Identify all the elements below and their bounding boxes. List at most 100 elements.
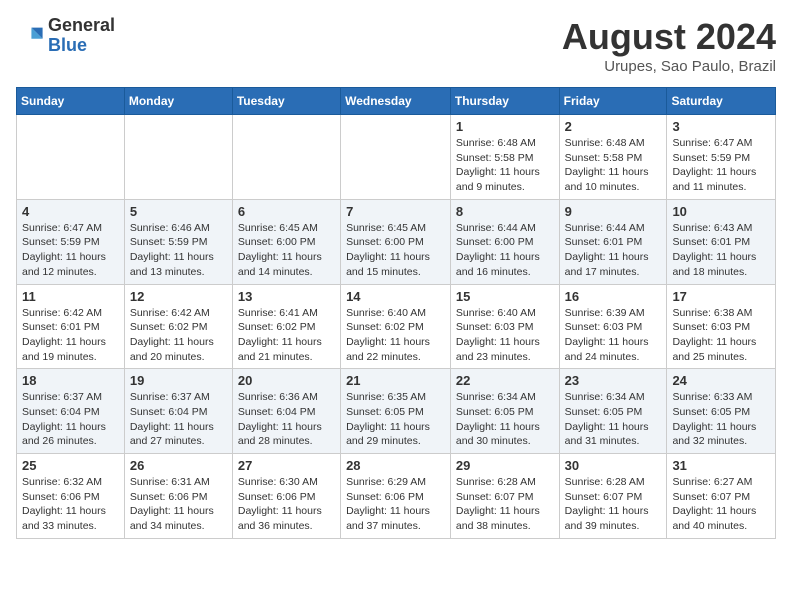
calendar-cell: 12Sunrise: 6:42 AMSunset: 6:02 PMDayligh… (124, 284, 232, 369)
day-info: Sunrise: 6:27 AMSunset: 6:07 PMDaylight:… (672, 475, 770, 534)
calendar-cell: 2 Sunrise: 6:48 AMSunset: 5:58 PMDaylight… (559, 115, 667, 200)
calendar-cell: 5 Sunrise: 6:46 AMSunset: 5:59 PMDaylight… (124, 199, 232, 284)
calendar-cell: 22 Sunrise: 6:34 AMSunset: 6:05 PMDayligh… (450, 369, 559, 454)
day-info: Sunrise: 6:31 AMSunset: 6:06 PMDaylight:… (130, 475, 227, 534)
day-info: Sunrise: 6:41 AMSunset: 6:02 PMDaylight:… (238, 306, 335, 365)
calendar-week-2: 4 Sunrise: 6:47 AMSunset: 5:59 PMDaylight… (17, 199, 776, 284)
day-info: Sunrise: 6:35 AMSunset: 6:05 PMDaylight:… (346, 390, 445, 449)
calendar-cell: 21 Sunrise: 6:35 AMSunset: 6:05 PMDayligh… (341, 369, 451, 454)
day-number: 7 (346, 204, 445, 219)
calendar-cell: 19 Sunrise: 6:37 AMSunset: 6:04 PMDayligh… (124, 369, 232, 454)
header-cell-saturday: Saturday (667, 88, 776, 115)
calendar-cell: 29 Sunrise: 6:28 AMSunset: 6:07 PMDayligh… (450, 454, 559, 539)
day-info: Sunrise: 6:34 AMSunset: 6:05 PMDaylight:… (456, 390, 554, 449)
calendar-cell: 3 Sunrise: 6:47 AMSunset: 5:59 PMDaylight… (667, 115, 776, 200)
calendar-cell: 15 Sunrise: 6:40 AMSunset: 6:03 PMDayligh… (450, 284, 559, 369)
calendar-week-3: 11 Sunrise: 6:42 AMSunset: 6:01 PMDayligh… (17, 284, 776, 369)
day-info: Sunrise: 6:34 AMSunset: 6:05 PMDaylight:… (565, 390, 662, 449)
day-number: 1 (456, 119, 554, 134)
day-info: Sunrise: 6:28 AMSunset: 6:07 PMDaylight:… (456, 475, 554, 534)
logo: General Blue (16, 16, 115, 56)
day-number: 3 (672, 119, 770, 134)
calendar-cell (341, 115, 451, 200)
day-info: Sunrise: 6:30 AMSunset: 6:06 PMDaylight:… (238, 475, 335, 534)
calendar-cell (232, 115, 340, 200)
page-subtitle: Urupes, Sao Paulo, Brazil (562, 58, 776, 75)
logo-icon (16, 22, 44, 50)
day-info: Sunrise: 6:42 AMSunset: 6:01 PMDaylight:… (22, 306, 119, 365)
calendar-cell: 23 Sunrise: 6:34 AMSunset: 6:05 PMDayligh… (559, 369, 667, 454)
header-cell-wednesday: Wednesday (341, 88, 451, 115)
day-number: 29 (456, 458, 554, 473)
day-number: 9 (565, 204, 662, 219)
day-number: 24 (672, 373, 770, 388)
calendar-cell: 13 Sunrise: 6:41 AMSunset: 6:02 PMDayligh… (232, 284, 340, 369)
calendar-cell: 7 Sunrise: 6:45 AMSunset: 6:00 PMDaylight… (341, 199, 451, 284)
day-number: 31 (672, 458, 770, 473)
day-number: 13 (238, 289, 335, 304)
day-number: 21 (346, 373, 445, 388)
day-number: 8 (456, 204, 554, 219)
day-number: 19 (130, 373, 227, 388)
day-info: Sunrise: 6:45 AMSunset: 6:00 PMDaylight:… (346, 221, 445, 280)
day-info: Sunrise: 6:47 AMSunset: 5:59 PMDaylight:… (672, 136, 770, 195)
day-info: Sunrise: 6:48 AMSunset: 5:58 PMDaylight:… (565, 136, 662, 195)
day-info: Sunrise: 6:43 AMSunset: 6:01 PMDaylight:… (672, 221, 770, 280)
day-number: 20 (238, 373, 335, 388)
day-number: 10 (672, 204, 770, 219)
calendar-cell: 17Sunrise: 6:38 AMSunset: 6:03 PMDayligh… (667, 284, 776, 369)
calendar-cell: 30 Sunrise: 6:28 AMSunset: 6:07 PMDayligh… (559, 454, 667, 539)
day-number: 5 (130, 204, 227, 219)
calendar-cell: 26 Sunrise: 6:31 AMSunset: 6:06 PMDayligh… (124, 454, 232, 539)
calendar-cell: 18Sunrise: 6:37 AMSunset: 6:04 PMDayligh… (17, 369, 125, 454)
calendar-week-1: 1 Sunrise: 6:48 AMSunset: 5:58 PMDaylight… (17, 115, 776, 200)
calendar-week-4: 18 Sunrise: 6:37 AMSunset: 6:04 PMDayligh… (17, 369, 776, 454)
header-cell-sunday: Sunday (17, 88, 125, 115)
day-number: 25 (22, 458, 119, 473)
calendar-cell: 10 Sunrise: 6:43 AMSunset: 6:01 PMDayligh… (667, 199, 776, 284)
calendar-cell: 25 Sunrise: 6:32 AMSunset: 6:06 PMDayligh… (17, 454, 125, 539)
calendar-week-5: 25 Sunrise: 6:32 AMSunset: 6:06 PMDayligh… (17, 454, 776, 539)
page-header: General Blue August 2024 Urupes, Sao Pau… (16, 16, 776, 75)
title-block: August 2024 Urupes, Sao Paulo, Brazil (562, 16, 776, 75)
day-number: 15 (456, 289, 554, 304)
day-info: Sunrise: 6:44 AMSunset: 6:01 PMDaylight:… (565, 221, 662, 280)
day-info: Sunrise: 6:37 AMSunset: 6:04 PMDaylight:… (130, 390, 227, 449)
header-cell-tuesday: Tuesday (232, 88, 340, 115)
day-number: 16 (565, 289, 662, 304)
day-number: 22 (456, 373, 554, 388)
day-number: 30 (565, 458, 662, 473)
day-info: Sunrise: 6:40 AMSunset: 6:03 PMDaylight:… (456, 306, 554, 365)
day-number: 18 (22, 373, 119, 388)
day-info: Sunrise: 6:45 AMSunset: 6:00 PMDaylight:… (238, 221, 335, 280)
calendar-body: 1 Sunrise: 6:48 AMSunset: 5:58 PMDaylight… (17, 115, 776, 539)
calendar-table: SundayMondayTuesdayWednesdayThursdayFrid… (16, 87, 776, 539)
calendar-cell: 8Sunrise: 6:44 AMSunset: 6:00 PMDaylight… (450, 199, 559, 284)
header-cell-friday: Friday (559, 88, 667, 115)
day-info: Sunrise: 6:39 AMSunset: 6:03 PMDaylight:… (565, 306, 662, 365)
day-number: 11 (22, 289, 119, 304)
calendar-cell: 9 Sunrise: 6:44 AMSunset: 6:01 PMDaylight… (559, 199, 667, 284)
calendar-header: SundayMondayTuesdayWednesdayThursdayFrid… (17, 88, 776, 115)
day-number: 2 (565, 119, 662, 134)
day-number: 23 (565, 373, 662, 388)
day-info: Sunrise: 6:32 AMSunset: 6:06 PMDaylight:… (22, 475, 119, 534)
day-info: Sunrise: 6:46 AMSunset: 5:59 PMDaylight:… (130, 221, 227, 280)
day-info: Sunrise: 6:40 AMSunset: 6:02 PMDaylight:… (346, 306, 445, 365)
day-number: 27 (238, 458, 335, 473)
day-info: Sunrise: 6:47 AMSunset: 5:59 PMDaylight:… (22, 221, 119, 280)
day-info: Sunrise: 6:48 AMSunset: 5:58 PMDaylight:… (456, 136, 554, 195)
header-cell-thursday: Thursday (450, 88, 559, 115)
calendar-cell: 28Sunrise: 6:29 AMSunset: 6:06 PMDayligh… (341, 454, 451, 539)
day-number: 4 (22, 204, 119, 219)
day-number: 6 (238, 204, 335, 219)
day-info: Sunrise: 6:28 AMSunset: 6:07 PMDaylight:… (565, 475, 662, 534)
day-number: 26 (130, 458, 227, 473)
logo-text: General Blue (48, 16, 115, 56)
calendar-cell: 14Sunrise: 6:40 AMSunset: 6:02 PMDayligh… (341, 284, 451, 369)
header-cell-monday: Monday (124, 88, 232, 115)
calendar-cell: 1 Sunrise: 6:48 AMSunset: 5:58 PMDaylight… (450, 115, 559, 200)
day-info: Sunrise: 6:42 AMSunset: 6:02 PMDaylight:… (130, 306, 227, 365)
header-row: SundayMondayTuesdayWednesdayThursdayFrid… (17, 88, 776, 115)
calendar-cell: 4 Sunrise: 6:47 AMSunset: 5:59 PMDaylight… (17, 199, 125, 284)
